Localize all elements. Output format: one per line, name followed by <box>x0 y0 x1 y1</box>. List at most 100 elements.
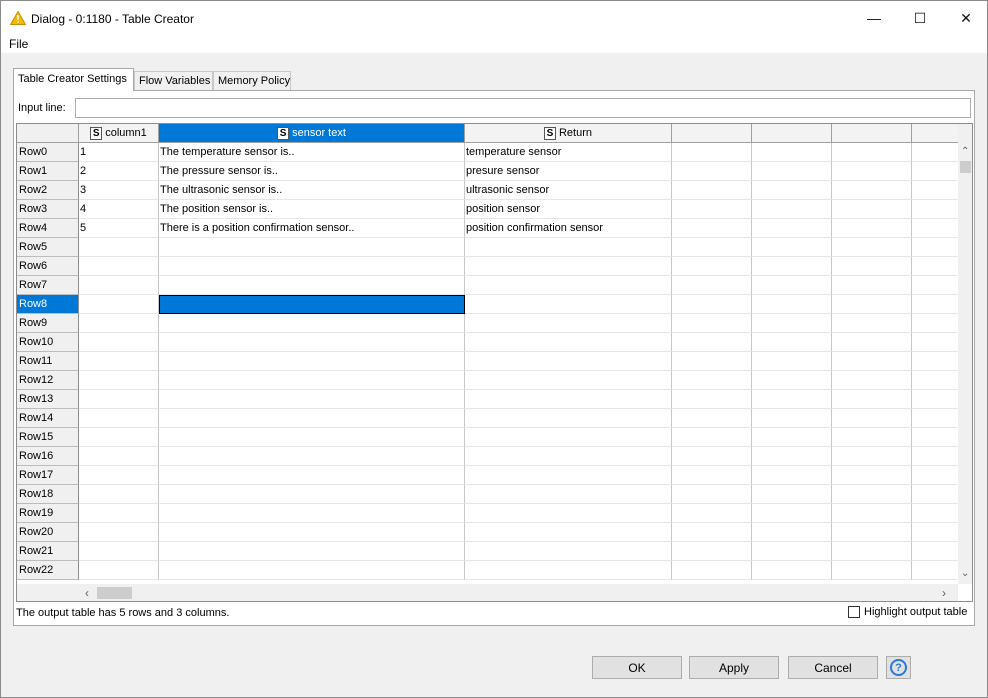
table-cell[interactable] <box>672 143 752 162</box>
column-header[interactable]: S Return <box>465 124 672 143</box>
table-cell[interactable] <box>79 333 159 352</box>
table-cell[interactable] <box>79 428 159 447</box>
table-cell[interactable] <box>912 200 958 219</box>
row-header[interactable]: Row21 <box>17 542 79 561</box>
table-cell[interactable] <box>752 238 832 257</box>
table-cell[interactable] <box>465 333 672 352</box>
table-cell[interactable] <box>465 504 672 523</box>
row-header[interactable]: Row17 <box>17 466 79 485</box>
column-header[interactable]: Ssensor text <box>159 124 465 143</box>
table-cell[interactable] <box>752 352 832 371</box>
table-cell[interactable] <box>672 504 752 523</box>
table-cell[interactable] <box>832 409 912 428</box>
table-cell[interactable] <box>752 162 832 181</box>
table-cell[interactable] <box>752 276 832 295</box>
scroll-right-icon[interactable]: › <box>942 586 946 600</box>
table-cell[interactable]: 1 <box>79 143 159 162</box>
row-header[interactable]: Row5 <box>17 238 79 257</box>
table-cell[interactable] <box>912 352 958 371</box>
apply-button[interactable]: Apply <box>689 656 779 679</box>
row-header[interactable]: Row10 <box>17 333 79 352</box>
table-cell[interactable] <box>465 295 672 314</box>
scroll-down-icon[interactable]: ⌄ <box>961 568 969 579</box>
table-cell[interactable] <box>79 561 159 580</box>
table-cell[interactable] <box>465 447 672 466</box>
table-cell[interactable] <box>832 238 912 257</box>
table-cell[interactable] <box>79 485 159 504</box>
row-header[interactable]: Row19 <box>17 504 79 523</box>
table-cell[interactable] <box>832 352 912 371</box>
table-cell[interactable] <box>672 219 752 238</box>
table-cell[interactable] <box>752 314 832 333</box>
row-header[interactable]: Row9 <box>17 314 79 333</box>
highlight-output-option[interactable]: Highlight output table <box>848 606 967 618</box>
table-cell[interactable] <box>79 466 159 485</box>
row-header[interactable]: Row22 <box>17 561 79 580</box>
table-cell[interactable] <box>79 257 159 276</box>
table-cell[interactable] <box>832 314 912 333</box>
table-cell[interactable] <box>672 333 752 352</box>
table-cell[interactable] <box>672 561 752 580</box>
table-cell[interactable] <box>465 371 672 390</box>
table-cell[interactable] <box>832 219 912 238</box>
table-cell[interactable] <box>752 542 832 561</box>
table-cell[interactable] <box>752 447 832 466</box>
table-cell[interactable] <box>832 561 912 580</box>
table-cell[interactable] <box>79 295 159 314</box>
column-header[interactable] <box>672 124 752 143</box>
table-cell[interactable] <box>465 390 672 409</box>
table-cell[interactable] <box>672 314 752 333</box>
row-header[interactable]: Row7 <box>17 276 79 295</box>
table-cell[interactable] <box>465 352 672 371</box>
table-cell[interactable] <box>832 371 912 390</box>
table-cell[interactable] <box>912 219 958 238</box>
table-cell[interactable] <box>832 390 912 409</box>
cancel-button[interactable]: Cancel <box>788 656 878 679</box>
table-cell[interactable] <box>672 162 752 181</box>
table-cell[interactable] <box>752 143 832 162</box>
table-cell[interactable] <box>672 409 752 428</box>
table-cell[interactable]: The position sensor is.. <box>159 200 465 219</box>
table-cell[interactable] <box>159 352 465 371</box>
table-cell[interactable]: 2 <box>79 162 159 181</box>
table-cell[interactable] <box>79 542 159 561</box>
table-cell[interactable] <box>672 257 752 276</box>
highlight-checkbox[interactable] <box>848 606 860 618</box>
row-header[interactable]: Row11 <box>17 352 79 371</box>
table-cell[interactable] <box>832 542 912 561</box>
table-cell[interactable] <box>79 371 159 390</box>
table-cell[interactable] <box>465 276 672 295</box>
row-header[interactable]: Row12 <box>17 371 79 390</box>
table-cell[interactable] <box>832 523 912 542</box>
menu-file[interactable]: File <box>9 37 28 51</box>
table-cell[interactable] <box>832 200 912 219</box>
table-cell[interactable] <box>159 428 465 447</box>
table-cell[interactable] <box>465 466 672 485</box>
row-header[interactable]: Row8 <box>17 295 79 314</box>
table-cell[interactable] <box>465 257 672 276</box>
table-cell[interactable] <box>672 352 752 371</box>
table-cell[interactable] <box>159 371 465 390</box>
table-cell[interactable] <box>912 143 958 162</box>
horizontal-scrollbar[interactable]: ‹ › <box>17 584 958 601</box>
table-cell[interactable]: 3 <box>79 181 159 200</box>
table-cell[interactable] <box>79 238 159 257</box>
table-cell[interactable]: The pressure sensor is.. <box>159 162 465 181</box>
table-cell[interactable] <box>79 504 159 523</box>
tab-flow-variables[interactable]: Flow Variables <box>134 71 213 90</box>
minimize-button[interactable]: — <box>851 1 897 35</box>
table-cell[interactable] <box>159 466 465 485</box>
table-cell[interactable] <box>159 504 465 523</box>
table-cell[interactable] <box>912 447 958 466</box>
close-button[interactable]: ✕ <box>943 1 988 35</box>
row-header[interactable]: Row14 <box>17 409 79 428</box>
table-cell[interactable]: The ultrasonic sensor is.. <box>159 181 465 200</box>
row-header[interactable]: Row2 <box>17 181 79 200</box>
table-cell[interactable] <box>465 314 672 333</box>
table-cell[interactable]: 4 <box>79 200 159 219</box>
table-cell[interactable] <box>672 371 752 390</box>
table-cell[interactable] <box>832 333 912 352</box>
table-cell[interactable] <box>79 276 159 295</box>
table-cell[interactable] <box>832 257 912 276</box>
table-cell[interactable] <box>752 504 832 523</box>
